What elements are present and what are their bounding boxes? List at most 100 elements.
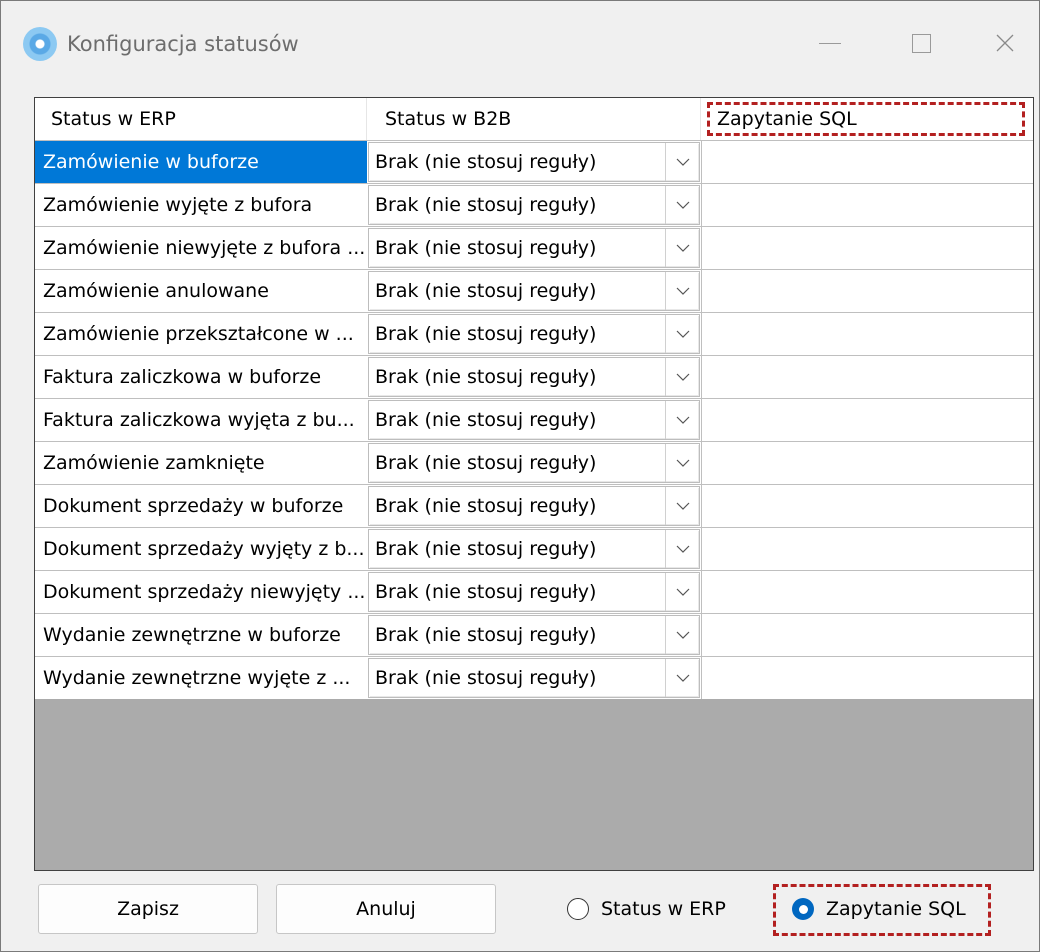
dropdown-button[interactable]: [665, 444, 699, 482]
table-row[interactable]: Faktura zaliczkowa w buforze Brak (nie st…: [35, 355, 1033, 398]
radio-status-erp[interactable]: Status w ERP: [567, 892, 726, 926]
table-row[interactable]: Dokument sprzedaży niewyjęty ... Brak (ni…: [35, 570, 1033, 613]
dropdown-button[interactable]: [665, 616, 699, 654]
status-b2b-dropdown[interactable]: Brak (nie stosuj reguły): [368, 314, 700, 354]
table-row[interactable]: Wydanie zewnętrzne wyjęte z ... Brak (nie…: [35, 656, 1033, 699]
table-row[interactable]: Dokument sprzedaży w buforze Brak (nie st…: [35, 484, 1033, 527]
table-row[interactable]: Zamówienie anulowane Brak (nie stosuj reg…: [35, 269, 1033, 312]
status-b2b-dropdown[interactable]: Brak (nie stosuj reguły): [368, 357, 700, 397]
cell-status-erp[interactable]: Faktura zaliczkowa wyjęta z bu...: [35, 399, 367, 441]
close-button[interactable]: [982, 23, 1028, 63]
dropdown-button[interactable]: [665, 229, 699, 267]
minimize-icon: [819, 42, 841, 44]
cell-status-erp[interactable]: Zamówienie niewyjęte z bufora ...: [35, 227, 367, 269]
cell-sql-query[interactable]: [701, 657, 1033, 699]
cell-status-erp[interactable]: Dokument sprzedaży niewyjęty ...: [35, 571, 367, 613]
cell-status-erp[interactable]: Wydanie zewnętrzne wyjęte z ...: [35, 657, 367, 699]
cell-sql-query[interactable]: [701, 614, 1033, 656]
column-header-b2b[interactable]: Status w B2B: [367, 98, 701, 140]
cell-sql-query[interactable]: [701, 227, 1033, 269]
dropdown-value: Brak (nie stosuj reguły): [375, 409, 597, 431]
status-grid[interactable]: Status w ERP Status w B2B Zapytanie SQL …: [34, 97, 1034, 871]
dropdown-value: Brak (nie stosuj reguły): [375, 538, 597, 560]
cell-sql-query[interactable]: [701, 528, 1033, 570]
dropdown-value: Brak (nie stosuj reguły): [375, 280, 597, 302]
dropdown-button[interactable]: [665, 186, 699, 224]
dropdown-button[interactable]: [665, 401, 699, 439]
chevron-down-icon: [676, 502, 689, 510]
chevron-down-icon: [676, 373, 689, 381]
cell-status-erp[interactable]: Zamówienie zamknięte: [35, 442, 367, 484]
cell-sql-query[interactable]: [701, 485, 1033, 527]
table-row[interactable]: Wydanie zewnętrzne w buforze Brak (nie st…: [35, 613, 1033, 656]
chevron-down-icon: [676, 158, 689, 166]
cell-status-erp[interactable]: Zamówienie anulowane: [35, 270, 367, 312]
cell-status-erp[interactable]: Zamówienie wyjęte z bufora: [35, 184, 367, 226]
dropdown-button[interactable]: [665, 358, 699, 396]
table-row[interactable]: Zamówienie zamknięte Brak (nie stosuj reg…: [35, 441, 1033, 484]
chevron-down-icon: [676, 545, 689, 553]
status-b2b-dropdown[interactable]: Brak (nie stosuj reguły): [368, 185, 700, 225]
grid-rows: Zamówienie w buforze Brak (nie stosuj reg…: [35, 140, 1033, 699]
table-row[interactable]: Zamówienie wyjęte z bufora Brak (nie stos…: [35, 183, 1033, 226]
table-row[interactable]: Zamówienie przekształcone w ... Brak (nie…: [35, 312, 1033, 355]
cell-status-erp[interactable]: Dokument sprzedaży wyjęty z b...: [35, 528, 367, 570]
column-header-erp[interactable]: Status w ERP: [35, 98, 367, 140]
dropdown-button[interactable]: [665, 573, 699, 611]
save-button[interactable]: Zapisz: [38, 884, 258, 934]
cell-sql-query[interactable]: [701, 571, 1033, 613]
table-row[interactable]: Zamówienie w buforze Brak (nie stosuj reg…: [35, 140, 1033, 183]
cell-status-erp[interactable]: Zamówienie przekształcone w ...: [35, 313, 367, 355]
dropdown-button[interactable]: [665, 659, 699, 697]
dropdown-value: Brak (nie stosuj reguły): [375, 151, 597, 173]
status-b2b-dropdown[interactable]: Brak (nie stosuj reguły): [368, 486, 700, 526]
status-b2b-dropdown[interactable]: Brak (nie stosuj reguły): [368, 658, 700, 698]
status-b2b-dropdown[interactable]: Brak (nie stosuj reguły): [368, 443, 700, 483]
minimize-button[interactable]: [807, 23, 853, 63]
cancel-button[interactable]: Anuluj: [276, 884, 496, 934]
cell-status-erp[interactable]: Faktura zaliczkowa w buforze: [35, 356, 367, 398]
grid-header: Status w ERP Status w B2B Zapytanie SQL: [35, 98, 1033, 140]
status-b2b-dropdown[interactable]: Brak (nie stosuj reguły): [368, 400, 700, 440]
dropdown-value: Brak (nie stosuj reguły): [375, 495, 597, 517]
dropdown-value: Brak (nie stosuj reguły): [375, 581, 597, 603]
dropdown-value: Brak (nie stosuj reguły): [375, 366, 597, 388]
status-b2b-dropdown[interactable]: Brak (nie stosuj reguły): [368, 572, 700, 612]
dropdown-button[interactable]: [665, 487, 699, 525]
maximize-button[interactable]: [898, 23, 944, 63]
dropdown-button[interactable]: [665, 272, 699, 310]
cell-status-erp[interactable]: Wydanie zewnętrzne w buforze: [35, 614, 367, 656]
status-b2b-dropdown[interactable]: Brak (nie stosuj reguły): [368, 271, 700, 311]
cell-sql-query[interactable]: [701, 184, 1033, 226]
cell-status-erp[interactable]: Zamówienie w buforze: [35, 141, 367, 183]
dropdown-value: Brak (nie stosuj reguły): [375, 237, 597, 259]
table-row[interactable]: Zamówienie niewyjęte z bufora ... Brak (n…: [35, 226, 1033, 269]
dropdown-button[interactable]: [665, 315, 699, 353]
dropdown-value: Brak (nie stosuj reguły): [375, 667, 597, 689]
title-bar[interactable]: Konfiguracja statusów: [1, 1, 1039, 81]
table-row[interactable]: Dokument sprzedaży wyjęty z b... Brak (ni…: [35, 527, 1033, 570]
cell-sql-query[interactable]: [701, 270, 1033, 312]
dropdown-button[interactable]: [665, 143, 699, 181]
chevron-down-icon: [676, 631, 689, 639]
dropdown-value: Brak (nie stosuj reguły): [375, 624, 597, 646]
highlight-marker-sql-column: [707, 102, 1025, 136]
radio-circle-icon[interactable]: [567, 898, 589, 920]
status-b2b-dropdown[interactable]: Brak (nie stosuj reguły): [368, 529, 700, 569]
table-row[interactable]: Faktura zaliczkowa wyjęta z bu... Brak (n…: [35, 398, 1033, 441]
app-gear-icon: [23, 27, 57, 61]
dropdown-button[interactable]: [665, 530, 699, 568]
chevron-down-icon: [676, 201, 689, 209]
status-b2b-dropdown[interactable]: Brak (nie stosuj reguły): [368, 142, 700, 182]
cell-sql-query[interactable]: [701, 442, 1033, 484]
highlight-marker-sql-radio: [773, 884, 991, 936]
cell-status-erp[interactable]: Dokument sprzedaży w buforze: [35, 485, 367, 527]
window-title: Konfiguracja statusów: [67, 32, 299, 56]
cell-sql-query[interactable]: [701, 399, 1033, 441]
cell-sql-query[interactable]: [701, 356, 1033, 398]
status-b2b-dropdown[interactable]: Brak (nie stosuj reguły): [368, 615, 700, 655]
status-b2b-dropdown[interactable]: Brak (nie stosuj reguły): [368, 228, 700, 268]
maximize-icon: [911, 33, 931, 53]
cell-sql-query[interactable]: [701, 313, 1033, 355]
cell-sql-query[interactable]: [701, 141, 1033, 183]
